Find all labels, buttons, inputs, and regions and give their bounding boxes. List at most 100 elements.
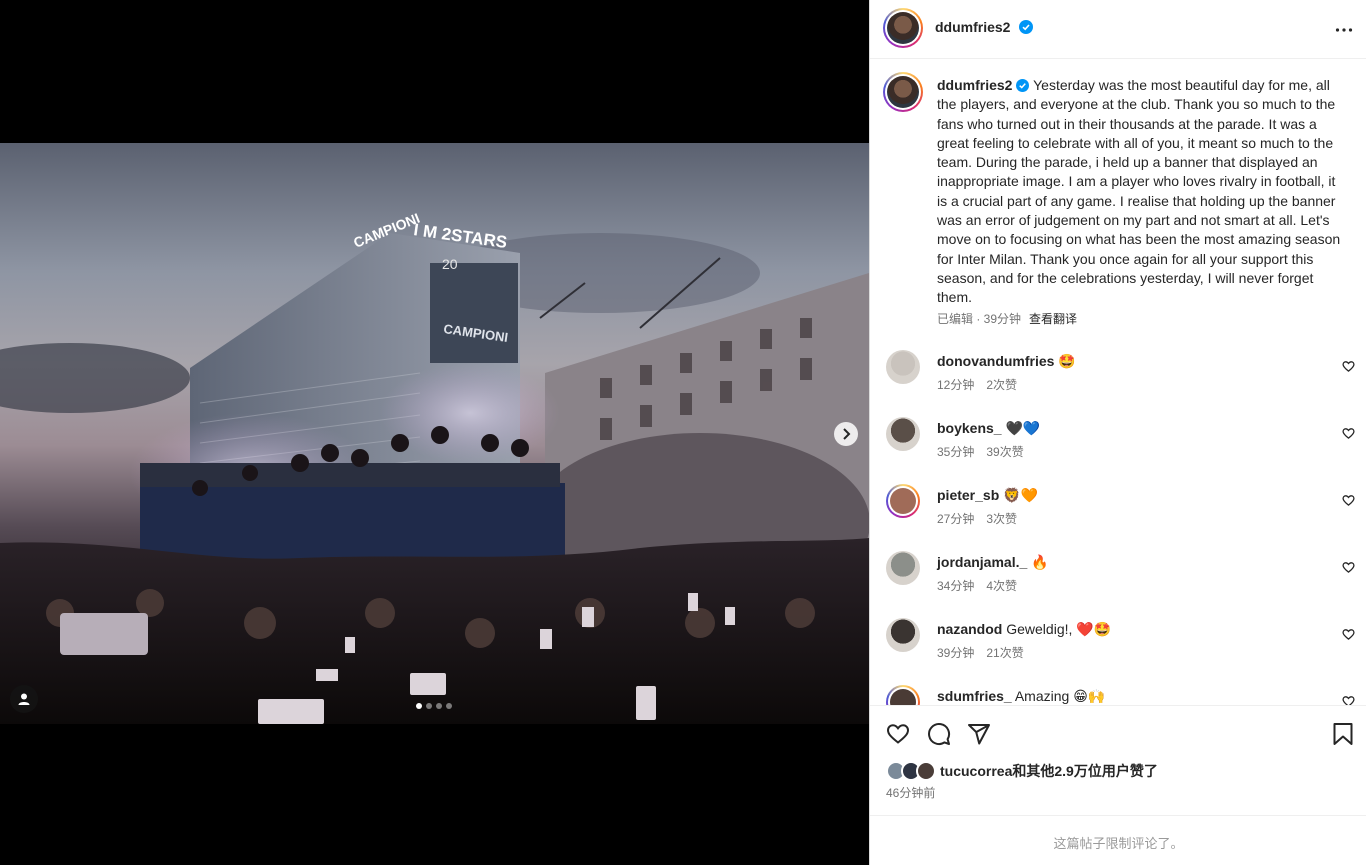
comments-scroll-area[interactable]: ddumfries2 Yesterday was the most beauti… bbox=[870, 60, 1366, 705]
comment-likes[interactable]: 3次赞 bbox=[986, 512, 1017, 526]
commenter-avatar[interactable] bbox=[886, 350, 920, 384]
bookmark-icon bbox=[1333, 723, 1353, 745]
post-photo[interactable]: I M 2STARS CAMPIONI CAMPIONI 20 bbox=[0, 143, 869, 724]
comment-emoji: 🔥 bbox=[1031, 555, 1049, 571]
liker-avatar bbox=[916, 761, 936, 781]
post-actions: tucucorrea和其他2.9万位用户赞了 46分钟前 bbox=[870, 705, 1366, 815]
user-tag-icon bbox=[18, 693, 30, 705]
comment-body: donovandumfries 🤩 bbox=[937, 352, 1076, 371]
commenter-username[interactable]: nazandod bbox=[937, 621, 1002, 637]
commenter-avatar[interactable] bbox=[886, 618, 920, 652]
verified-badge-icon bbox=[1016, 79, 1030, 92]
comment-time[interactable]: 39分钟 bbox=[937, 646, 974, 660]
post-media: I M 2STARS CAMPIONI CAMPIONI 20 bbox=[0, 0, 869, 865]
comment-emoji: 🖤💙 bbox=[1005, 421, 1041, 437]
likes-summary[interactable]: tucucorrea和其他2.9万位用户赞了 bbox=[886, 761, 1158, 781]
edited-time: 已编辑 · 39分钟 bbox=[937, 312, 1022, 326]
author-avatar[interactable] bbox=[883, 8, 923, 48]
verified-badge-icon bbox=[1018, 20, 1033, 34]
comment-body: pieter_sb 🦁🧡 bbox=[937, 486, 1038, 505]
share-icon bbox=[968, 724, 990, 745]
heart-icon bbox=[1342, 428, 1355, 439]
comment-row: pieter_sb 🦁🧡 27分钟 3次赞 bbox=[870, 484, 1366, 544]
heart-icon bbox=[1342, 562, 1355, 573]
comment-emoji: ❤️🤩 bbox=[1076, 622, 1112, 638]
commenter-avatar[interactable] bbox=[886, 484, 920, 518]
comment-body: boykens_ 🖤💙 bbox=[937, 419, 1040, 438]
more-options-icon bbox=[1335, 28, 1353, 32]
photo-number: 20 bbox=[442, 256, 458, 272]
comment-time[interactable]: 35分钟 bbox=[937, 445, 974, 459]
comment-like-button[interactable] bbox=[1342, 360, 1355, 378]
caption-meta: 已编辑 · 39分钟 查看翻译 bbox=[937, 310, 1077, 327]
comment-body: jordanjamal._ 🔥 bbox=[937, 553, 1049, 572]
caption-author-avatar[interactable] bbox=[883, 72, 923, 112]
carousel-dot bbox=[446, 703, 452, 709]
likes-count[interactable]: tucucorrea和其他2.9万位用户赞了 bbox=[940, 761, 1158, 781]
caption-text: Yesterday was the most beautiful day for… bbox=[937, 77, 1341, 306]
comment-time[interactable]: 27分钟 bbox=[937, 512, 974, 526]
next-image-button[interactable] bbox=[834, 422, 858, 446]
heart-icon bbox=[1342, 696, 1355, 705]
commenter-username[interactable]: boykens_ bbox=[937, 420, 1002, 436]
commenter-avatar[interactable] bbox=[886, 685, 920, 705]
comment-like-button[interactable] bbox=[1342, 561, 1355, 579]
comment-meta: 35分钟 39次赞 bbox=[937, 443, 1024, 460]
post-caption: ddumfries2 Yesterday was the most beauti… bbox=[937, 76, 1349, 308]
save-button[interactable] bbox=[1332, 722, 1354, 751]
comment-row: donovandumfries 🤩 12分钟 2次赞 bbox=[870, 350, 1366, 410]
commenter-username[interactable]: jordanjamal._ bbox=[937, 554, 1027, 570]
comment-row: sdumfries_ Amazing 😁🙌 bbox=[870, 685, 1366, 705]
carousel-dots bbox=[416, 703, 452, 709]
post-time[interactable]: 46分钟前 bbox=[886, 784, 935, 801]
comment-icon bbox=[928, 723, 951, 745]
heart-icon bbox=[1342, 361, 1355, 372]
comment-likes[interactable]: 4次赞 bbox=[986, 579, 1017, 593]
share-button[interactable] bbox=[967, 722, 991, 751]
parade-photo-illustration: I M 2STARS CAMPIONI CAMPIONI 20 bbox=[0, 210, 869, 724]
carousel-dot bbox=[426, 703, 432, 709]
commenter-username[interactable]: pieter_sb bbox=[937, 487, 999, 503]
comment-meta: 27分钟 3次赞 bbox=[937, 510, 1017, 527]
liker-avatars bbox=[886, 761, 940, 781]
more-options-button[interactable] bbox=[1335, 18, 1353, 43]
comments-limited-notice: 这篇帖子限制评论了。 bbox=[870, 815, 1366, 865]
caption-username[interactable]: ddumfries2 bbox=[937, 77, 1012, 93]
post-header: ddumfries2 bbox=[870, 0, 1366, 59]
commenter-avatar[interactable] bbox=[886, 417, 920, 451]
comment-likes[interactable]: 2次赞 bbox=[986, 378, 1017, 392]
comment-row: boykens_ 🖤💙 35分钟 39次赞 bbox=[870, 417, 1366, 477]
comment-button[interactable] bbox=[927, 722, 951, 751]
heart-icon bbox=[886, 724, 910, 744]
comment-emoji: 🦁🧡 bbox=[1003, 488, 1039, 504]
comment-time[interactable]: 34分钟 bbox=[937, 579, 974, 593]
comment-like-button[interactable] bbox=[1342, 628, 1355, 646]
tagged-users-button[interactable] bbox=[10, 685, 38, 713]
comment-meta: 34分钟 4次赞 bbox=[937, 577, 1017, 594]
carousel-dot bbox=[436, 703, 442, 709]
comment-text: Geweldig!, bbox=[1006, 621, 1073, 637]
like-button[interactable] bbox=[886, 722, 910, 751]
comment-time[interactable]: 12分钟 bbox=[937, 378, 974, 392]
comment-row: jordanjamal._ 🔥 34分钟 4次赞 bbox=[870, 551, 1366, 611]
comment-body: sdumfries_ Amazing 😁🙌 bbox=[937, 687, 1105, 705]
author-username[interactable]: ddumfries2 bbox=[935, 19, 1010, 35]
comment-like-button[interactable] bbox=[1342, 695, 1355, 705]
heart-icon bbox=[1342, 495, 1355, 506]
comment-body: nazandod Geweldig!, ❤️🤩 bbox=[937, 620, 1111, 639]
commenter-avatar[interactable] bbox=[886, 551, 920, 585]
comment-row: nazandod Geweldig!, ❤️🤩 39分钟 21次赞 bbox=[870, 618, 1366, 678]
comment-meta: 12分钟 2次赞 bbox=[937, 376, 1017, 393]
commenter-username[interactable]: sdumfries_ bbox=[937, 688, 1012, 704]
comment-like-button[interactable] bbox=[1342, 427, 1355, 445]
comment-text: Amazing bbox=[1014, 688, 1070, 704]
carousel-dot bbox=[416, 703, 422, 709]
comment-emoji: 😁🙌 bbox=[1073, 689, 1106, 705]
comment-likes[interactable]: 39次赞 bbox=[986, 445, 1023, 459]
see-translation-link[interactable]: 查看翻译 bbox=[1029, 312, 1077, 326]
comment-emoji: 🤩 bbox=[1058, 354, 1076, 370]
comment-like-button[interactable] bbox=[1342, 494, 1355, 512]
commenter-username[interactable]: donovandumfries bbox=[937, 353, 1054, 369]
comment-likes[interactable]: 21次赞 bbox=[986, 646, 1023, 660]
chevron-right-icon bbox=[843, 428, 851, 440]
